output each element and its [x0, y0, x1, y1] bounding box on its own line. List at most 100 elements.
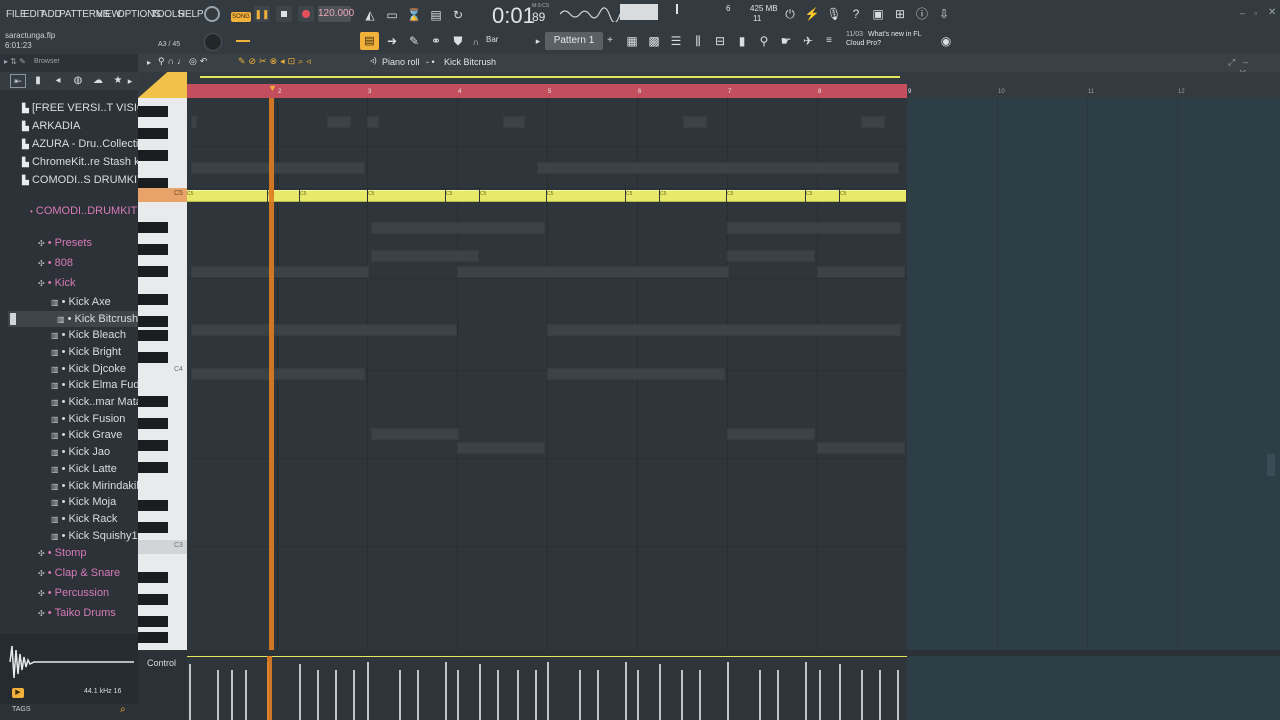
- browser-folder[interactable]: ▙ COMODI..S DRUMKIT: [22, 172, 144, 188]
- velocity-bar[interactable]: [497, 670, 499, 720]
- velocity-bar[interactable]: [479, 664, 481, 720]
- browser-file[interactable]: ▥ • Kick Mirindakik: [51, 478, 142, 494]
- velocity-bar[interactable]: [217, 670, 219, 720]
- velocity-bar[interactable]: [819, 670, 821, 720]
- velocity-bar[interactable]: [445, 662, 447, 720]
- browser-subfolder[interactable]: ✣ • Taiko Drums: [38, 605, 116, 621]
- velocity-bar[interactable]: [189, 664, 191, 720]
- browser-star-icon[interactable]: ★: [111, 73, 125, 89]
- news-headline[interactable]: What's new in FL: [868, 31, 921, 38]
- timeline[interactable]: ▼ 2 3 4 5 6 7 8 9 10 11 12: [138, 72, 1280, 100]
- velocity-bar[interactable]: [777, 670, 779, 720]
- search-icon[interactable]: ⌕: [120, 704, 126, 715]
- velocity-bar[interactable]: [399, 670, 401, 720]
- browser-open-folder[interactable]: • COMODI..DRUMKIT: [30, 203, 137, 219]
- browser-subfolder[interactable]: ✣ • 808: [38, 255, 73, 271]
- browser-subfolder[interactable]: ✣ • Presets: [38, 235, 92, 251]
- note[interactable]: C5: [547, 190, 625, 202]
- velocity-bar[interactable]: [547, 662, 549, 720]
- black-key[interactable]: [138, 222, 168, 233]
- piano-roll-menu-icon[interactable]: ▸: [144, 55, 154, 71]
- black-key[interactable]: [138, 352, 168, 363]
- velocity-bar[interactable]: [879, 670, 881, 720]
- velocity-bar[interactable]: [759, 670, 761, 720]
- browser-file[interactable]: ▥ • Kick Grave: [51, 427, 122, 443]
- velocity-bar[interactable]: [335, 670, 337, 720]
- piano-roll-tools[interactable]: ⚲∩♩◎↶: [158, 56, 210, 67]
- arrow-right-icon[interactable]: ➜: [384, 33, 400, 49]
- black-key[interactable]: [138, 616, 168, 627]
- black-key[interactable]: [138, 572, 168, 583]
- draw-tools[interactable]: ✎⊘✂⊗◂⊡⌕◃: [238, 56, 314, 67]
- download-icon[interactable]: ⇩: [936, 6, 952, 22]
- browser-folder[interactable]: ▙ [FREE VERSI..T VISION': [22, 100, 156, 116]
- channel-rack-icon[interactable]: ☰: [668, 33, 684, 49]
- black-key[interactable]: [138, 396, 168, 407]
- note[interactable]: C5: [626, 190, 659, 202]
- minimize-icon[interactable]: –: [1240, 8, 1245, 18]
- master-volume-slider[interactable]: [676, 4, 678, 14]
- browser-file[interactable]: ▥ • Kick Jao: [51, 444, 110, 460]
- note[interactable]: C5: [300, 190, 367, 202]
- browser-file[interactable]: ▥ • Kick Bleach: [51, 327, 126, 343]
- black-key[interactable]: [138, 440, 168, 451]
- playlist-view-button[interactable]: ▤: [360, 32, 379, 50]
- black-key[interactable]: [138, 266, 168, 277]
- wait-input-icon[interactable]: ▭: [384, 7, 400, 23]
- velocity-bar[interactable]: [417, 670, 419, 720]
- browser-files-icon[interactable]: ▮: [31, 73, 45, 89]
- browser-file[interactable]: ▥ • Kick Djcoke: [51, 361, 126, 377]
- black-key[interactable]: [138, 316, 168, 327]
- black-key[interactable]: [138, 330, 168, 341]
- browser-more-icon[interactable]: ▸: [124, 73, 136, 89]
- tags-label[interactable]: TAGS: [12, 706, 31, 713]
- add-pattern-icon[interactable]: +: [605, 33, 615, 49]
- black-key[interactable]: [138, 462, 168, 473]
- browser-file[interactable]: ▥ • Kick Elma Fudd: [51, 377, 146, 393]
- midi-icon[interactable]: ⚡: [804, 6, 820, 22]
- online-icon[interactable]: ◉: [938, 33, 954, 49]
- microphone-icon[interactable]: 🎙: [826, 6, 842, 22]
- velocity-bar[interactable]: [681, 670, 683, 720]
- pattern-selector[interactable]: Pattern 1: [545, 32, 603, 50]
- note[interactable]: C5: [187, 190, 267, 202]
- snap-select[interactable]: Bar: [486, 35, 498, 44]
- master-pitch-knob[interactable]: [204, 33, 222, 51]
- record-button[interactable]: [298, 6, 314, 22]
- note[interactable]: C5: [660, 190, 726, 202]
- news-headline-2[interactable]: Cloud Pro?: [846, 40, 881, 47]
- velocity-bar[interactable]: [597, 670, 599, 720]
- menu-help[interactable]: HELP: [178, 9, 204, 20]
- black-key[interactable]: [138, 594, 168, 605]
- velocity-bar[interactable]: [231, 670, 233, 720]
- document-icon[interactable]: ▮: [734, 33, 750, 49]
- news-icon[interactable]: ≡: [822, 33, 836, 49]
- browser-folder[interactable]: ▙ ChromeKit..re Stash kit: [22, 154, 145, 170]
- browser-file[interactable]: ▥ • Kick Rack: [51, 511, 117, 527]
- tempo-tapper-icon[interactable]: ✈: [800, 33, 816, 49]
- browser-all-icon[interactable]: ⇤: [10, 74, 26, 88]
- browser-tree-icon[interactable]: ⊟: [712, 33, 728, 49]
- velocity-bar[interactable]: [699, 670, 701, 720]
- browser-file[interactable]: ▥ • Kick Latte: [51, 461, 117, 477]
- velocity-bar[interactable]: [861, 670, 863, 720]
- info-icon[interactable]: ⓘ: [914, 6, 930, 22]
- playhead[interactable]: [269, 98, 274, 650]
- black-key[interactable]: [138, 244, 168, 255]
- velocity-bar[interactable]: [727, 662, 729, 720]
- browser-cloud-icon[interactable]: ☁: [91, 73, 105, 89]
- velocity-bar[interactable]: [579, 670, 581, 720]
- pattern-song-knob[interactable]: [204, 6, 220, 22]
- browser-subfolder[interactable]: ✣ • Percussion: [38, 585, 109, 601]
- stamp-icon[interactable]: ⛊: [450, 33, 466, 49]
- browser-subfolder[interactable]: ✣ • Clap & Snare: [38, 565, 120, 581]
- pencil-icon[interactable]: ✎: [406, 33, 422, 49]
- preview-play-icon[interactable]: ▶: [12, 688, 24, 698]
- plugin-icon[interactable]: ⚲: [756, 33, 772, 49]
- browser-back-icon[interactable]: ◂: [51, 73, 65, 89]
- help-icon[interactable]: ?: [848, 6, 864, 22]
- velocity-bar[interactable]: [457, 670, 459, 720]
- velocity-bar[interactable]: [535, 670, 537, 720]
- browser-plugins-icon[interactable]: ◍: [71, 73, 85, 89]
- black-key[interactable]: [138, 294, 168, 305]
